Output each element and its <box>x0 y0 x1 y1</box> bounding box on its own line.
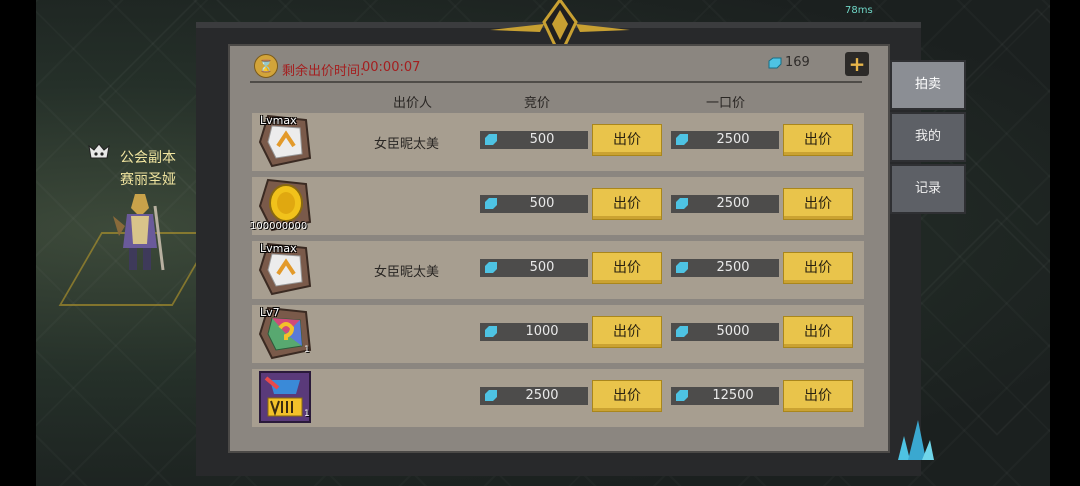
diamond-gem-icon <box>485 262 497 273</box>
gem-balance: 169 <box>785 55 810 70</box>
buyout-price: 2500 <box>671 131 779 149</box>
item-level: Lv7 <box>260 306 280 319</box>
tab-records[interactable]: 记录 <box>890 164 966 214</box>
diamond-gem-icon <box>485 390 497 401</box>
buyout-price: 5000 <box>671 323 779 341</box>
column-header-buyout: 一口价 <box>706 96 746 111</box>
diamond-gem-icon <box>676 134 688 145</box>
diamond-gem-icon <box>485 198 497 209</box>
tab-mine[interactable]: 我的 <box>890 112 966 162</box>
hourglass-icon: ⌛ <box>254 54 278 78</box>
buyout-button[interactable]: 出价 <box>783 188 853 220</box>
auction-row: Lvmax 女臣昵太美 500 出价 2500 出价 <box>252 241 864 299</box>
diamond-gem-icon <box>485 134 497 145</box>
diamond-gem-icon <box>676 198 688 209</box>
item-quantity: 100000000 <box>250 221 308 232</box>
diamond-gem-icon <box>485 326 497 337</box>
bid-button[interactable]: 出价 <box>592 124 662 156</box>
bid-price: 2500 <box>480 387 588 405</box>
item-level: Lvmax <box>260 114 297 127</box>
guild-emblem-icon <box>88 143 110 159</box>
diamond-gem-icon <box>676 390 688 401</box>
bid-price: 1000 <box>480 323 588 341</box>
buyout-price: 2500 <box>671 259 779 277</box>
auction-row: Lvmax 女臣昵太美 500 出价 2500 出价 <box>252 113 864 171</box>
bid-price: 500 <box>480 131 588 149</box>
tab-auction[interactable]: 拍卖 <box>890 60 966 110</box>
guild-dungeon-label[interactable]: 公会副本 <box>120 147 176 167</box>
buyout-button[interactable]: 出价 <box>783 252 853 284</box>
item-level: Lvmax <box>260 242 297 255</box>
crystal-decoration-icon <box>898 420 934 460</box>
auction-row: 100000000 500 出价 2500 出价 <box>250 177 864 235</box>
timer-label: 剩余出价时间: <box>282 64 365 79</box>
bid-price: 500 <box>480 259 588 277</box>
column-header-bidder: 出价人 <box>393 96 433 111</box>
bidder-name: 女臣昵太美 <box>374 137 440 152</box>
bid-button[interactable]: 出价 <box>592 316 662 348</box>
bid-button[interactable]: 出价 <box>592 380 662 412</box>
diamond-gem-icon <box>676 262 688 273</box>
header-divider <box>250 81 862 83</box>
auction-row: 1 2500 出价 12500 出价 <box>252 369 864 427</box>
add-gems-button[interactable]: + <box>845 52 869 76</box>
hero-character[interactable] <box>105 186 175 276</box>
diamond-gem-icon <box>768 57 782 69</box>
screen-edge-right <box>1050 0 1080 486</box>
item-quantity: 1 <box>304 345 310 355</box>
network-latency: 78ms <box>845 5 873 16</box>
auction-row: Lv7 1 1000 出价 5000 出价 <box>252 305 864 363</box>
bid-button[interactable]: 出价 <box>592 252 662 284</box>
column-header-bid: 竞价 <box>524 96 551 111</box>
bidder-name: 女臣昵太美 <box>374 265 440 280</box>
timer-value: 00:00:07 <box>362 60 421 75</box>
buyout-button[interactable]: 出价 <box>783 124 853 156</box>
bid-button[interactable]: 出价 <box>592 188 662 220</box>
diamond-gem-icon <box>676 326 688 337</box>
buyout-button[interactable]: 出价 <box>783 316 853 348</box>
item-quantity: 1 <box>304 409 310 419</box>
buyout-price: 12500 <box>671 387 779 405</box>
buyout-price: 2500 <box>671 195 779 213</box>
screen-edge-left <box>0 0 36 486</box>
bid-price: 500 <box>480 195 588 213</box>
buyout-button[interactable]: 出价 <box>783 380 853 412</box>
